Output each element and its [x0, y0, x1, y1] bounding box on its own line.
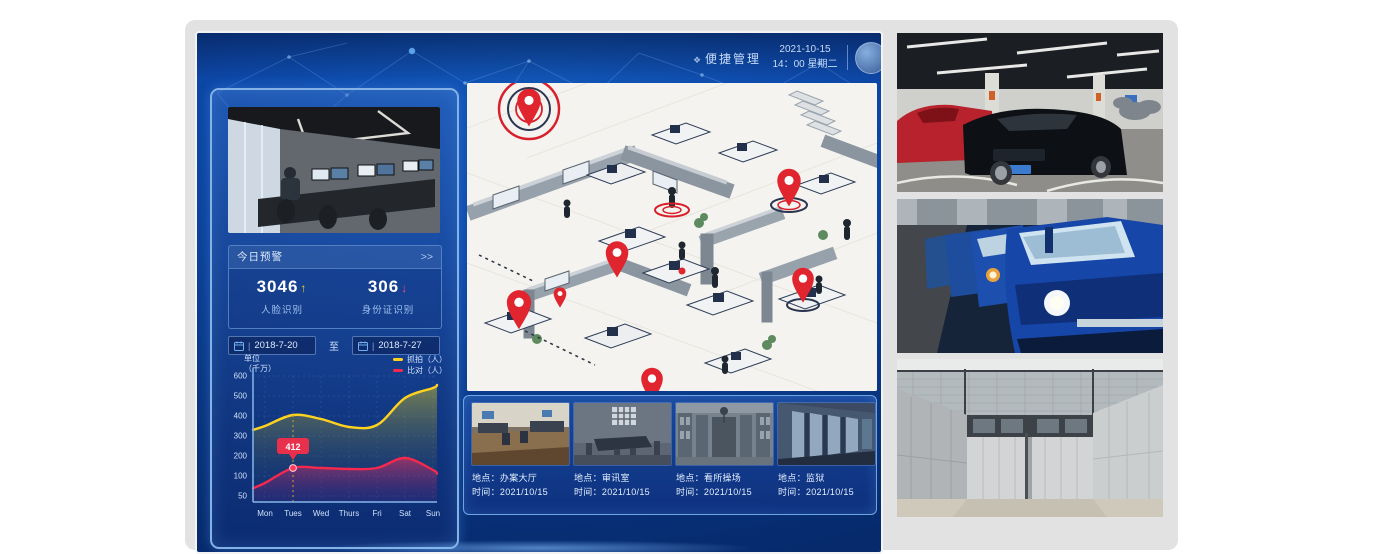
left-panel: 今日预警 >> 3046↑ 人脸识别 306↓ 身份证识别	[210, 88, 459, 549]
svg-text:Mon: Mon	[257, 509, 273, 518]
svg-text:50: 50	[238, 492, 247, 501]
svg-text:Wed: Wed	[313, 509, 329, 518]
alert-label: 人脸识别	[229, 302, 335, 316]
camera-time: 时间：2021/10/15	[574, 485, 671, 499]
camera-time: 时间：2021/10/15	[472, 485, 569, 499]
camera-location: 地点：审讯室	[574, 471, 671, 485]
camera-location: 地点：监狱	[778, 471, 875, 485]
camera-time: 时间：2021/10/15	[676, 485, 773, 499]
office-map-illustration	[467, 83, 877, 391]
calendar-icon	[358, 341, 368, 351]
svg-text:400: 400	[234, 412, 248, 421]
weekly-trend-chart: 412 600 500 400 300 200 100 50 Mon Tues Wed Thurs Fr…	[215, 352, 451, 534]
camera-card-yard: 地点：看所操场 时间：2021/10/15	[676, 403, 773, 507]
camera-thumbnail-yard[interactable]	[676, 403, 773, 465]
camera-card-hall: 地点：办案大厅 时间：2021/10/15	[472, 403, 569, 507]
camera-location: 地点：办案大厅	[472, 471, 569, 485]
photo-blue-cars	[897, 199, 1163, 353]
alert-label: 身份证识别	[335, 302, 441, 316]
svg-text:600: 600	[234, 372, 248, 381]
alert-value: 306	[368, 277, 399, 296]
alert-panel-title: 今日预警	[237, 246, 283, 268]
page-frame: ❖ 便捷管理 2021-10-15 14：00 星期二	[185, 20, 1178, 550]
dashboard: ❖ 便捷管理 2021-10-15 14：00 星期二	[195, 31, 883, 554]
camera-card-interrogation: 地点：审讯室 时间：2021/10/15	[574, 403, 671, 507]
camera-thumbnail-hall[interactable]	[472, 403, 569, 465]
header-datetime: 2021-10-15 14：00 星期二	[762, 42, 848, 72]
header-date: 2021-10-15	[762, 42, 848, 57]
header-divider	[847, 45, 848, 70]
svg-text:Fri: Fri	[372, 509, 382, 518]
camera-card-prison: 地点：监狱 时间：2021/10/15	[778, 403, 875, 507]
end-date-value: 2018-7-27	[378, 340, 421, 351]
date-box-divider: |	[248, 341, 250, 351]
camera-location: 地点：看所操场	[676, 471, 773, 485]
alert-id-recognition: 306↓ 身份证识别	[335, 277, 441, 316]
camera-strip: 地点：办案大厅 时间：2021/10/15	[463, 395, 877, 515]
calendar-icon	[234, 341, 244, 351]
svg-text:Sun: Sun	[426, 509, 440, 518]
svg-text:300: 300	[234, 432, 248, 441]
camera-time: 时间：2021/10/15	[778, 485, 875, 499]
date-box-divider: |	[372, 341, 374, 351]
svg-text:Sat: Sat	[399, 509, 412, 518]
camera-thumbnail-interrogation[interactable]	[574, 403, 671, 465]
alert-more-button[interactable]: >>	[421, 246, 433, 268]
svg-text:Tues: Tues	[284, 509, 302, 518]
photo-facility-gate	[897, 359, 1163, 517]
down-arrow-icon: ↓	[401, 281, 408, 295]
user-avatar[interactable]	[855, 42, 883, 74]
today-alert-panel: 今日预警 >> 3046↑ 人脸识别 306↓ 身份证识别	[228, 245, 442, 329]
control-room-photo	[228, 107, 440, 233]
up-arrow-icon: ↑	[300, 281, 307, 295]
start-date-value: 2018-7-20	[254, 340, 297, 351]
app-logo-icon: ❖	[693, 55, 701, 65]
svg-text:500: 500	[234, 392, 248, 401]
alert-value: 3046	[257, 277, 299, 296]
camera-thumbnail-prison[interactable]	[778, 403, 875, 465]
svg-text:200: 200	[234, 452, 248, 461]
app-title-text: 便捷管理	[705, 52, 761, 66]
svg-text:100: 100	[234, 472, 248, 481]
svg-text:Thurs: Thurs	[339, 509, 359, 518]
header-time: 14：00 星期二	[762, 57, 848, 72]
photo-parking-garage	[897, 33, 1163, 192]
date-range-separator: 至	[329, 338, 339, 353]
alert-face-recognition: 3046↑ 人脸识别	[229, 277, 335, 316]
svg-text:412: 412	[285, 442, 300, 452]
